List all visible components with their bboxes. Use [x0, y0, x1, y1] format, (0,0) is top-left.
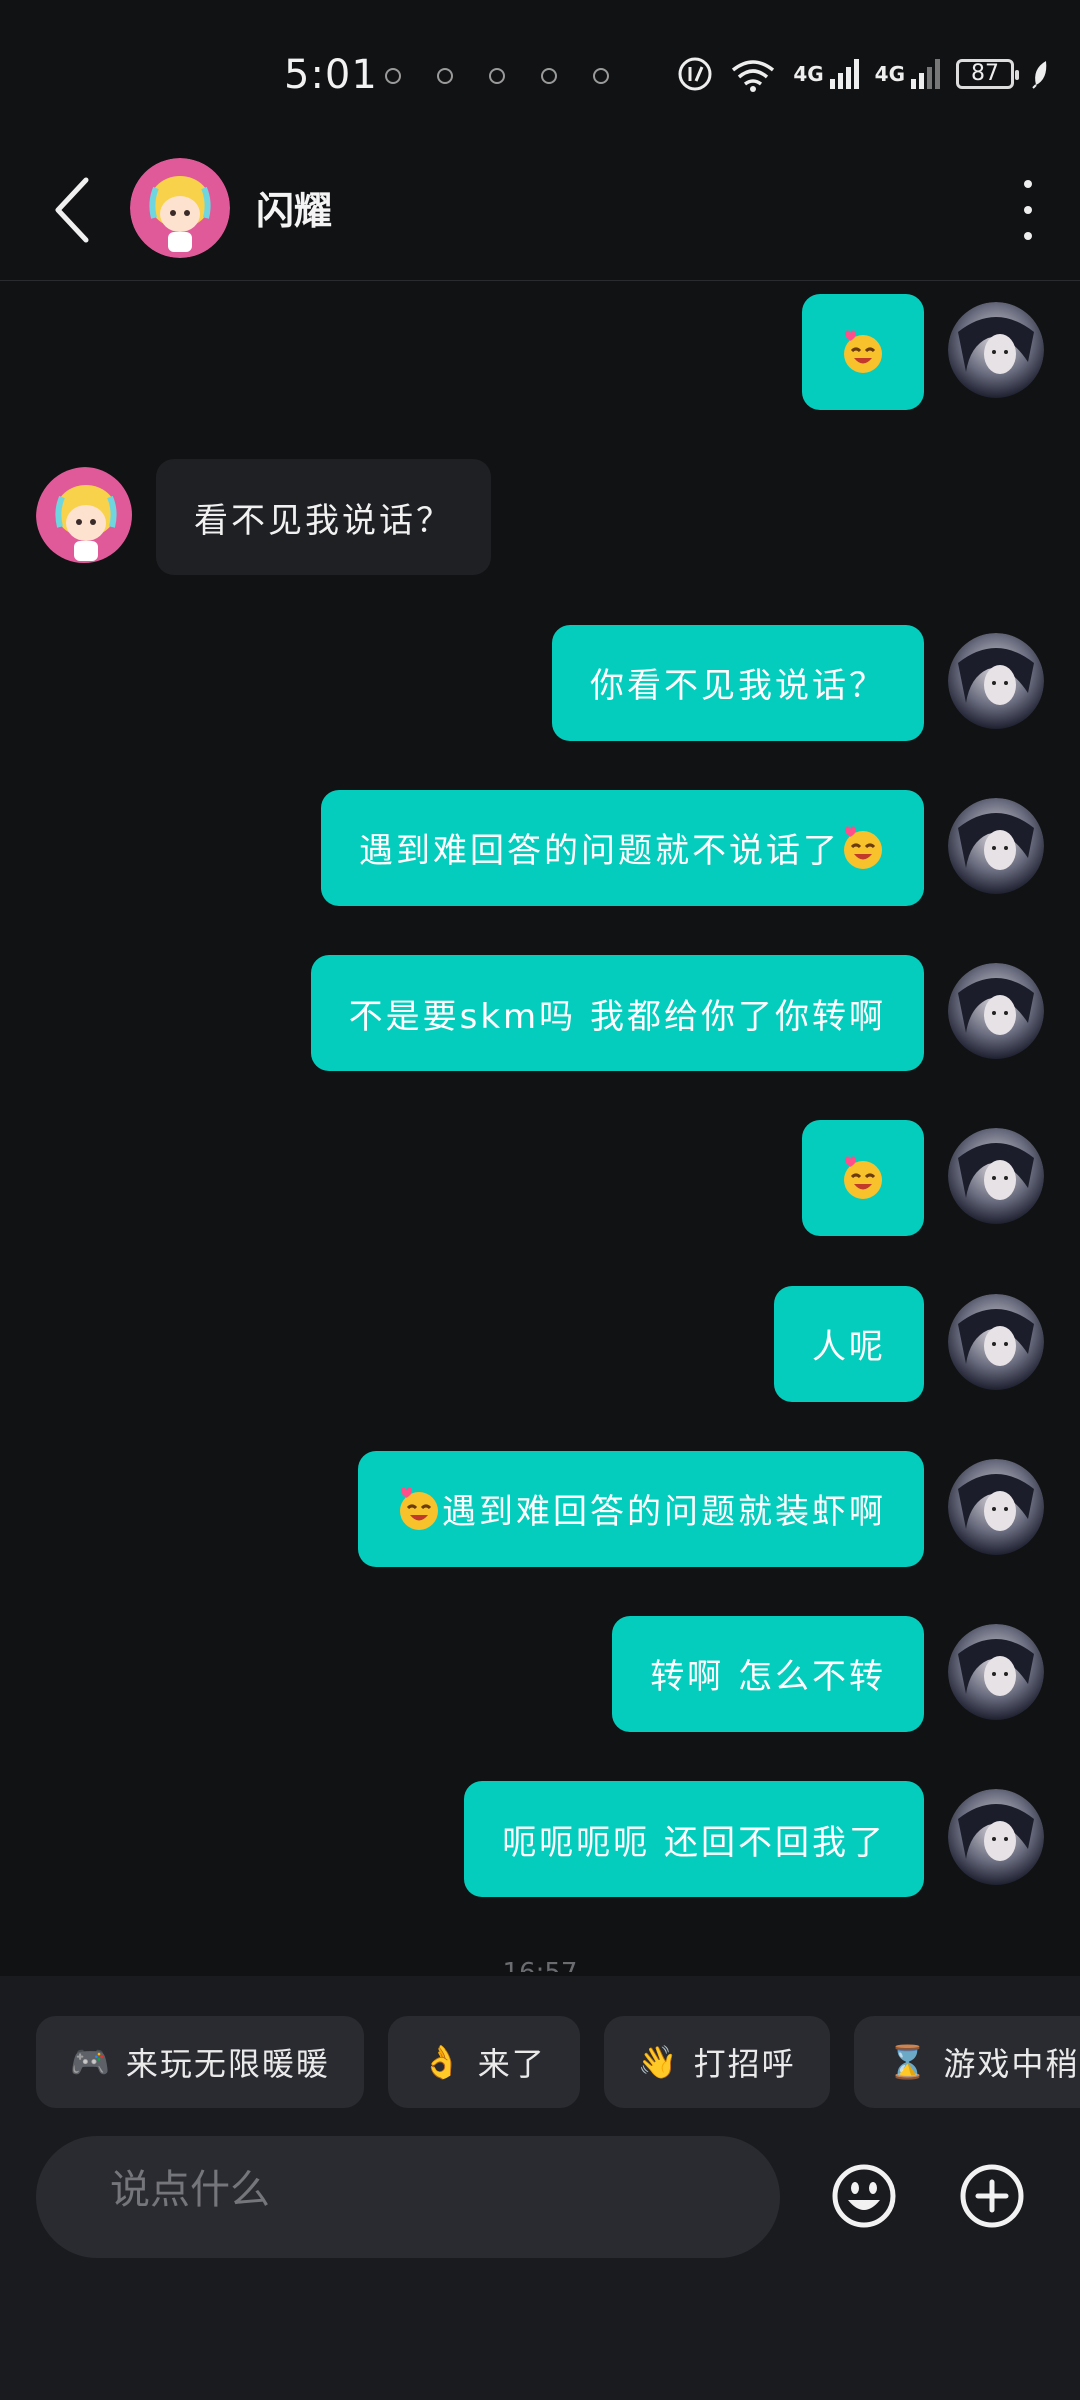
message-text: 遇到难回答的问题就装虾啊 — [442, 1492, 886, 1533]
chat-header: 闪耀 — [0, 140, 1080, 281]
message-text: 呃呃呃呃 还回不回我了 — [502, 1822, 886, 1863]
my-avatar[interactable] — [948, 963, 1044, 1060]
notification-icons — [385, 68, 609, 84]
message-input[interactable] — [108, 2166, 732, 2214]
quick-reply-label: 来了 — [477, 2045, 546, 2083]
message-row: 遇到难回答的问题就装虾啊 — [0, 1450, 1080, 1567]
quick-reply-icon: ⌛ — [887, 2043, 930, 2081]
quick-replies: 🎮 来玩无限暖暖 👌 来了 👋 打招呼 ⌛ 游戏中稍 — [36, 2016, 1080, 2108]
message-row: 人呢 — [0, 1285, 1080, 1402]
notification-icon — [593, 68, 609, 84]
message-timestamp: 16:57 — [0, 1958, 1080, 1972]
quick-reply-icon: 👋 — [637, 2043, 680, 2081]
outgoing-message-bubble[interactable]: 人呢 — [774, 1285, 924, 1402]
signal-icon — [829, 59, 859, 89]
outgoing-message-bubble[interactable]: 遇到难回答的问题就装虾啊 — [358, 1450, 924, 1567]
my-avatar[interactable] — [948, 797, 1044, 894]
quick-reply-label: 游戏中稍 — [943, 2045, 1080, 2083]
outgoing-message-bubble[interactable]: 呃呃呃呃 还回不回我了 — [464, 1781, 924, 1898]
my-avatar[interactable] — [948, 632, 1044, 729]
wifi-icon — [732, 60, 775, 92]
composer-panel: 🎮 来玩无限暖暖 👌 来了 👋 打招呼 ⌛ 游戏中稍 — [0, 1976, 1080, 2400]
message-text: 人呢 — [812, 1327, 886, 1367]
message-text: 你看不见我说话？ — [590, 666, 886, 707]
message-row: 转啊 怎么不转 — [0, 1615, 1080, 1732]
message-list[interactable]: 看不见我说话？ 你看不见我说话？ 遇到难回答的问题就不说话了不是要skm吗 我都给你… — [0, 282, 1080, 1972]
more-options-icon[interactable] — [1016, 180, 1040, 240]
message-text: 不是要skm吗 我都给你了你转啊 — [348, 996, 886, 1037]
my-avatar[interactable] — [948, 1128, 1044, 1225]
message-row: 你看不见我说话？ — [0, 624, 1080, 741]
message-input-box[interactable] — [36, 2136, 780, 2258]
quick-reply-icon: 👌 — [421, 2043, 464, 2081]
message-row — [0, 294, 1080, 411]
my-avatar[interactable] — [948, 1789, 1044, 1886]
contact-avatar-small[interactable] — [36, 467, 132, 564]
status-time: 5:01 — [284, 52, 378, 98]
contact-name: 闪耀 — [256, 189, 333, 233]
message-text: 看不见我说话？ — [194, 500, 453, 541]
back-arrow-icon[interactable] — [46, 174, 106, 246]
add-attachment-icon[interactable] — [958, 2162, 1026, 2230]
notification-icon — [437, 68, 453, 84]
notification-icon — [541, 68, 557, 84]
network-type-2: 4G — [874, 62, 905, 86]
notification-icon — [385, 68, 401, 84]
status-bar: 5:01 4G 4G 87 — [0, 0, 1080, 140]
quick-reply-chip[interactable]: ⌛ 游戏中稍 — [853, 2016, 1080, 2108]
outgoing-message-bubble[interactable]: 转啊 怎么不转 — [612, 1615, 924, 1732]
smiling-face-emoji-icon — [844, 1156, 882, 1200]
outgoing-message-bubble[interactable] — [802, 1120, 924, 1237]
message-row: 不是要skm吗 我都给你了你转啊 — [0, 955, 1080, 1072]
message-row: 呃呃呃呃 还回不回我了 — [0, 1781, 1080, 1898]
quick-reply-label: 来玩无限暖暖 — [125, 2045, 330, 2083]
incoming-message-bubble[interactable]: 看不见我说话？ — [156, 459, 491, 576]
outgoing-message-bubble[interactable]: 遇到难回答的问题就不说话了 — [321, 789, 924, 906]
message-row: 遇到难回答的问题就不说话了 — [0, 789, 1080, 906]
smiling-face-emoji-icon — [844, 826, 882, 869]
outgoing-message-bubble[interactable]: 你看不见我说话？ — [552, 624, 924, 741]
hd-call-icon — [678, 57, 712, 91]
quick-reply-chip[interactable]: 👌 来了 — [387, 2016, 580, 2108]
battery-icon: 87 — [956, 59, 1019, 89]
my-avatar[interactable] — [948, 1458, 1044, 1555]
contact-avatar[interactable] — [130, 158, 230, 258]
quick-reply-icon: 🎮 — [70, 2043, 112, 2081]
outgoing-message-bubble[interactable] — [802, 294, 924, 411]
quick-reply-label: 打招呼 — [693, 2045, 796, 2083]
emoji-picker-icon[interactable] — [830, 2162, 898, 2230]
leaf-icon — [1032, 61, 1047, 89]
message-row — [0, 1120, 1080, 1237]
message-text: 转啊 怎么不转 — [650, 1657, 886, 1698]
my-avatar[interactable] — [948, 1293, 1044, 1390]
message-text: 遇到难回答的问题就不说话了 — [359, 831, 840, 872]
my-avatar[interactable] — [948, 1623, 1044, 1720]
signal-icon-2 — [911, 59, 940, 89]
quick-reply-chip[interactable]: 👋 打招呼 — [603, 2016, 830, 2108]
my-avatar[interactable] — [948, 302, 1044, 399]
smiling-face-emoji-icon — [400, 1487, 438, 1530]
network-type-1: 4G — [793, 62, 824, 86]
smiling-face-emoji-icon — [844, 330, 882, 374]
notification-icon — [489, 68, 505, 84]
quick-reply-chip[interactable]: 🎮 来玩无限暖暖 — [36, 2016, 364, 2108]
outgoing-message-bubble[interactable]: 不是要skm吗 我都给你了你转啊 — [310, 955, 924, 1072]
system-icons: 4G 4G 87 — [677, 56, 1050, 92]
message-row: 看不见我说话？ — [0, 459, 1080, 576]
